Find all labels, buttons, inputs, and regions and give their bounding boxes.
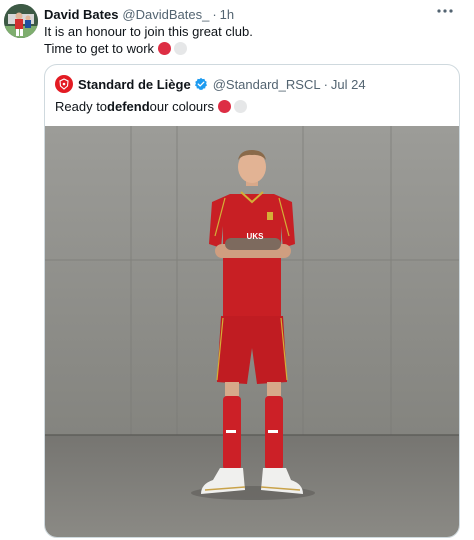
quoted-text-bold: defend [107, 99, 150, 114]
author-name[interactable]: David Bates [44, 7, 118, 22]
author-handle[interactable]: @DavidBates_ [122, 7, 209, 22]
tweet-text-line-2: Time to get to work [44, 40, 253, 57]
quoted-tweet-header: Standard de Liège @Standard_RSCL · Jul 2… [55, 74, 366, 94]
separator-dot: · [212, 6, 217, 22]
white-circle-emoji-icon [233, 100, 247, 113]
more-horizontal-icon[interactable] [434, 2, 456, 20]
tweet-header: David Bates @DavidBates_ · 1h [44, 5, 234, 23]
quoted-tweet-photo[interactable]: UKS [45, 126, 459, 537]
tweet-text: It is an honour to join this great club.… [44, 23, 253, 57]
quoted-text-after: our colours [149, 99, 214, 114]
verified-badge-icon [194, 77, 208, 91]
quoted-text-before: Ready to [55, 99, 108, 114]
standard-liege-crest-icon[interactable] [55, 75, 73, 93]
timestamp[interactable]: 1h [220, 7, 234, 22]
tweet-text-line-1: It is an honour to join this great club. [44, 23, 253, 40]
quoted-timestamp[interactable]: Jul 24 [331, 77, 366, 92]
quoted-author-name[interactable]: Standard de Liège [78, 77, 191, 92]
white-circle-emoji-icon [174, 42, 188, 55]
svg-text:UKS: UKS [247, 232, 265, 241]
separator-dot: · [323, 76, 328, 92]
quoted-tweet[interactable]: Standard de Liège @Standard_RSCL · Jul 2… [44, 64, 460, 538]
tweet-line-1: It is an honour to join this great club. [44, 24, 253, 39]
tweet-line-2: Time to get to work [44, 41, 155, 56]
quoted-author-handle[interactable]: @Standard_RSCL [213, 77, 321, 92]
red-circle-emoji-icon [158, 42, 172, 55]
quoted-tweet-text: Ready to defend our colours [55, 98, 247, 115]
red-circle-emoji-icon [217, 100, 231, 113]
avatar[interactable] [4, 4, 38, 38]
tweet[interactable]: David Bates @DavidBates_ · 1h It is an h… [0, 0, 474, 540]
